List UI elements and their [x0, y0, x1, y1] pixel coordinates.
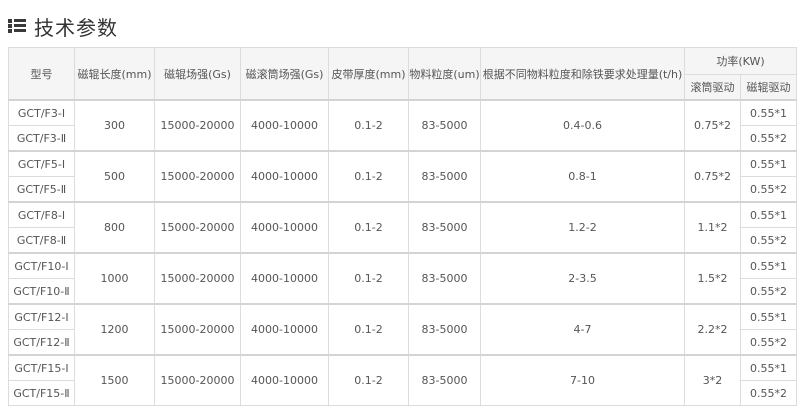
roller-drive-cell: 0.55*2	[740, 329, 797, 356]
roller-length-cell: 500	[74, 150, 155, 203]
model-cell: GCT/F3-Ⅱ	[8, 125, 75, 152]
roller-length-cell: 300	[74, 99, 155, 152]
roller-drive-cell: 0.55*2	[740, 125, 797, 152]
drum-drive-cell: 1.5*2	[684, 252, 741, 305]
roller-length-cell: 1000	[74, 252, 155, 305]
model-cell: GCT/F15-Ⅰ	[8, 354, 75, 381]
drum-field-cell: 4000-10000	[240, 201, 329, 254]
roller-drive-cell: 0.55*2	[740, 380, 797, 406]
model-cell: GCT/F8-Ⅰ	[8, 201, 75, 228]
section-title: 技术参数	[34, 15, 118, 40]
table-row: GCT/F5-Ⅰ 500 15000-20000 4000-10000 0.1-…	[8, 150, 797, 203]
roller-field-cell: 15000-20000	[154, 303, 241, 356]
model-cell: GCT/F12-Ⅰ	[8, 303, 75, 330]
roller-field-cell: 15000-20000	[154, 201, 241, 254]
header-drum-drive: 滚筒驱动	[684, 74, 741, 101]
model-cell: GCT/F10-Ⅱ	[8, 278, 75, 305]
drum-field-cell: 4000-10000	[240, 354, 329, 406]
particle-size-cell: 83-5000	[408, 201, 481, 254]
model-cell: GCT/F15-Ⅱ	[8, 380, 75, 406]
capacity-cell: 4-7	[480, 303, 685, 356]
belt-thickness-cell: 0.1-2	[328, 201, 409, 254]
roller-drive-cell: 0.55*1	[740, 303, 797, 330]
header-belt-thickness: 皮带厚度(mm)	[328, 47, 409, 101]
drum-drive-cell: 0.75*2	[684, 99, 741, 152]
table-row: GCT/F15-Ⅰ 1500 15000-20000 4000-10000 0.…	[8, 354, 797, 406]
model-cell: GCT/F10-Ⅰ	[8, 252, 75, 279]
model-cell: GCT/F5-Ⅱ	[8, 176, 75, 203]
header-drum-field: 磁滚筒场强(Gs)	[240, 47, 329, 101]
table-row: GCT/F10-Ⅰ 1000 15000-20000 4000-10000 0.…	[8, 252, 797, 305]
particle-size-cell: 83-5000	[408, 150, 481, 203]
capacity-cell: 7-10	[480, 354, 685, 406]
model-cell: GCT/F12-Ⅱ	[8, 329, 75, 356]
particle-size-cell: 83-5000	[408, 99, 481, 152]
roller-field-cell: 15000-20000	[154, 252, 241, 305]
capacity-cell: 1.2-2	[480, 201, 685, 254]
list-icon	[8, 18, 26, 34]
model-cell: GCT/F3-Ⅰ	[8, 99, 75, 126]
header-capacity: 根据不同物料粒度和除铁要求处理量(t/h)	[480, 47, 685, 101]
belt-thickness-cell: 0.1-2	[328, 354, 409, 406]
drum-field-cell: 4000-10000	[240, 99, 329, 152]
header-power: 功率(KW)	[684, 47, 797, 75]
table-row: GCT/F12-Ⅰ 1200 15000-20000 4000-10000 0.…	[8, 303, 797, 356]
roller-length-cell: 800	[74, 201, 155, 254]
particle-size-cell: 83-5000	[408, 303, 481, 356]
particle-size-cell: 83-5000	[408, 252, 481, 305]
roller-field-cell: 15000-20000	[154, 150, 241, 203]
table-row: GCT/F3-Ⅰ 300 15000-20000 4000-10000 0.1-…	[8, 99, 797, 152]
drum-field-cell: 4000-10000	[240, 150, 329, 203]
roller-drive-cell: 0.55*1	[740, 201, 797, 228]
drum-drive-cell: 0.75*2	[684, 150, 741, 203]
model-cell: GCT/F8-Ⅱ	[8, 227, 75, 254]
header-roller-field: 磁辊场强(Gs)	[154, 47, 241, 101]
belt-thickness-cell: 0.1-2	[328, 303, 409, 356]
section-header: 技术参数	[8, 10, 118, 42]
roller-drive-cell: 0.55*2	[740, 176, 797, 203]
capacity-cell: 0.4-0.6	[480, 99, 685, 152]
roller-length-cell: 1500	[74, 354, 155, 406]
roller-drive-cell: 0.55*2	[740, 278, 797, 305]
capacity-cell: 2-3.5	[480, 252, 685, 305]
drum-drive-cell: 3*2	[684, 354, 741, 406]
roller-drive-cell: 0.55*1	[740, 252, 797, 279]
drum-field-cell: 4000-10000	[240, 303, 329, 356]
belt-thickness-cell: 0.1-2	[328, 252, 409, 305]
roller-drive-cell: 0.55*1	[740, 354, 797, 381]
table-row: GCT/F8-Ⅰ 800 15000-20000 4000-10000 0.1-…	[8, 201, 797, 254]
header-model: 型号	[8, 47, 75, 101]
belt-thickness-cell: 0.1-2	[328, 99, 409, 152]
header-particle-size: 物料粒度(um)	[408, 47, 481, 101]
roller-field-cell: 15000-20000	[154, 354, 241, 406]
roller-field-cell: 15000-20000	[154, 99, 241, 152]
spec-table: 型号 磁辊长度(mm) 磁辊场强(Gs) 磁滚筒场强(Gs) 皮带厚度(mm) …	[8, 47, 797, 406]
header-roller-drive: 磁辊驱动	[740, 74, 797, 101]
particle-size-cell: 83-5000	[408, 354, 481, 406]
header-roller-length: 磁辊长度(mm)	[74, 47, 155, 101]
belt-thickness-cell: 0.1-2	[328, 150, 409, 203]
drum-drive-cell: 2.2*2	[684, 303, 741, 356]
drum-field-cell: 4000-10000	[240, 252, 329, 305]
capacity-cell: 0.8-1	[480, 150, 685, 203]
roller-length-cell: 1200	[74, 303, 155, 356]
drum-drive-cell: 1.1*2	[684, 201, 741, 254]
roller-drive-cell: 0.55*1	[740, 150, 797, 177]
model-cell: GCT/F5-Ⅰ	[8, 150, 75, 177]
roller-drive-cell: 0.55*2	[740, 227, 797, 254]
roller-drive-cell: 0.55*1	[740, 99, 797, 126]
